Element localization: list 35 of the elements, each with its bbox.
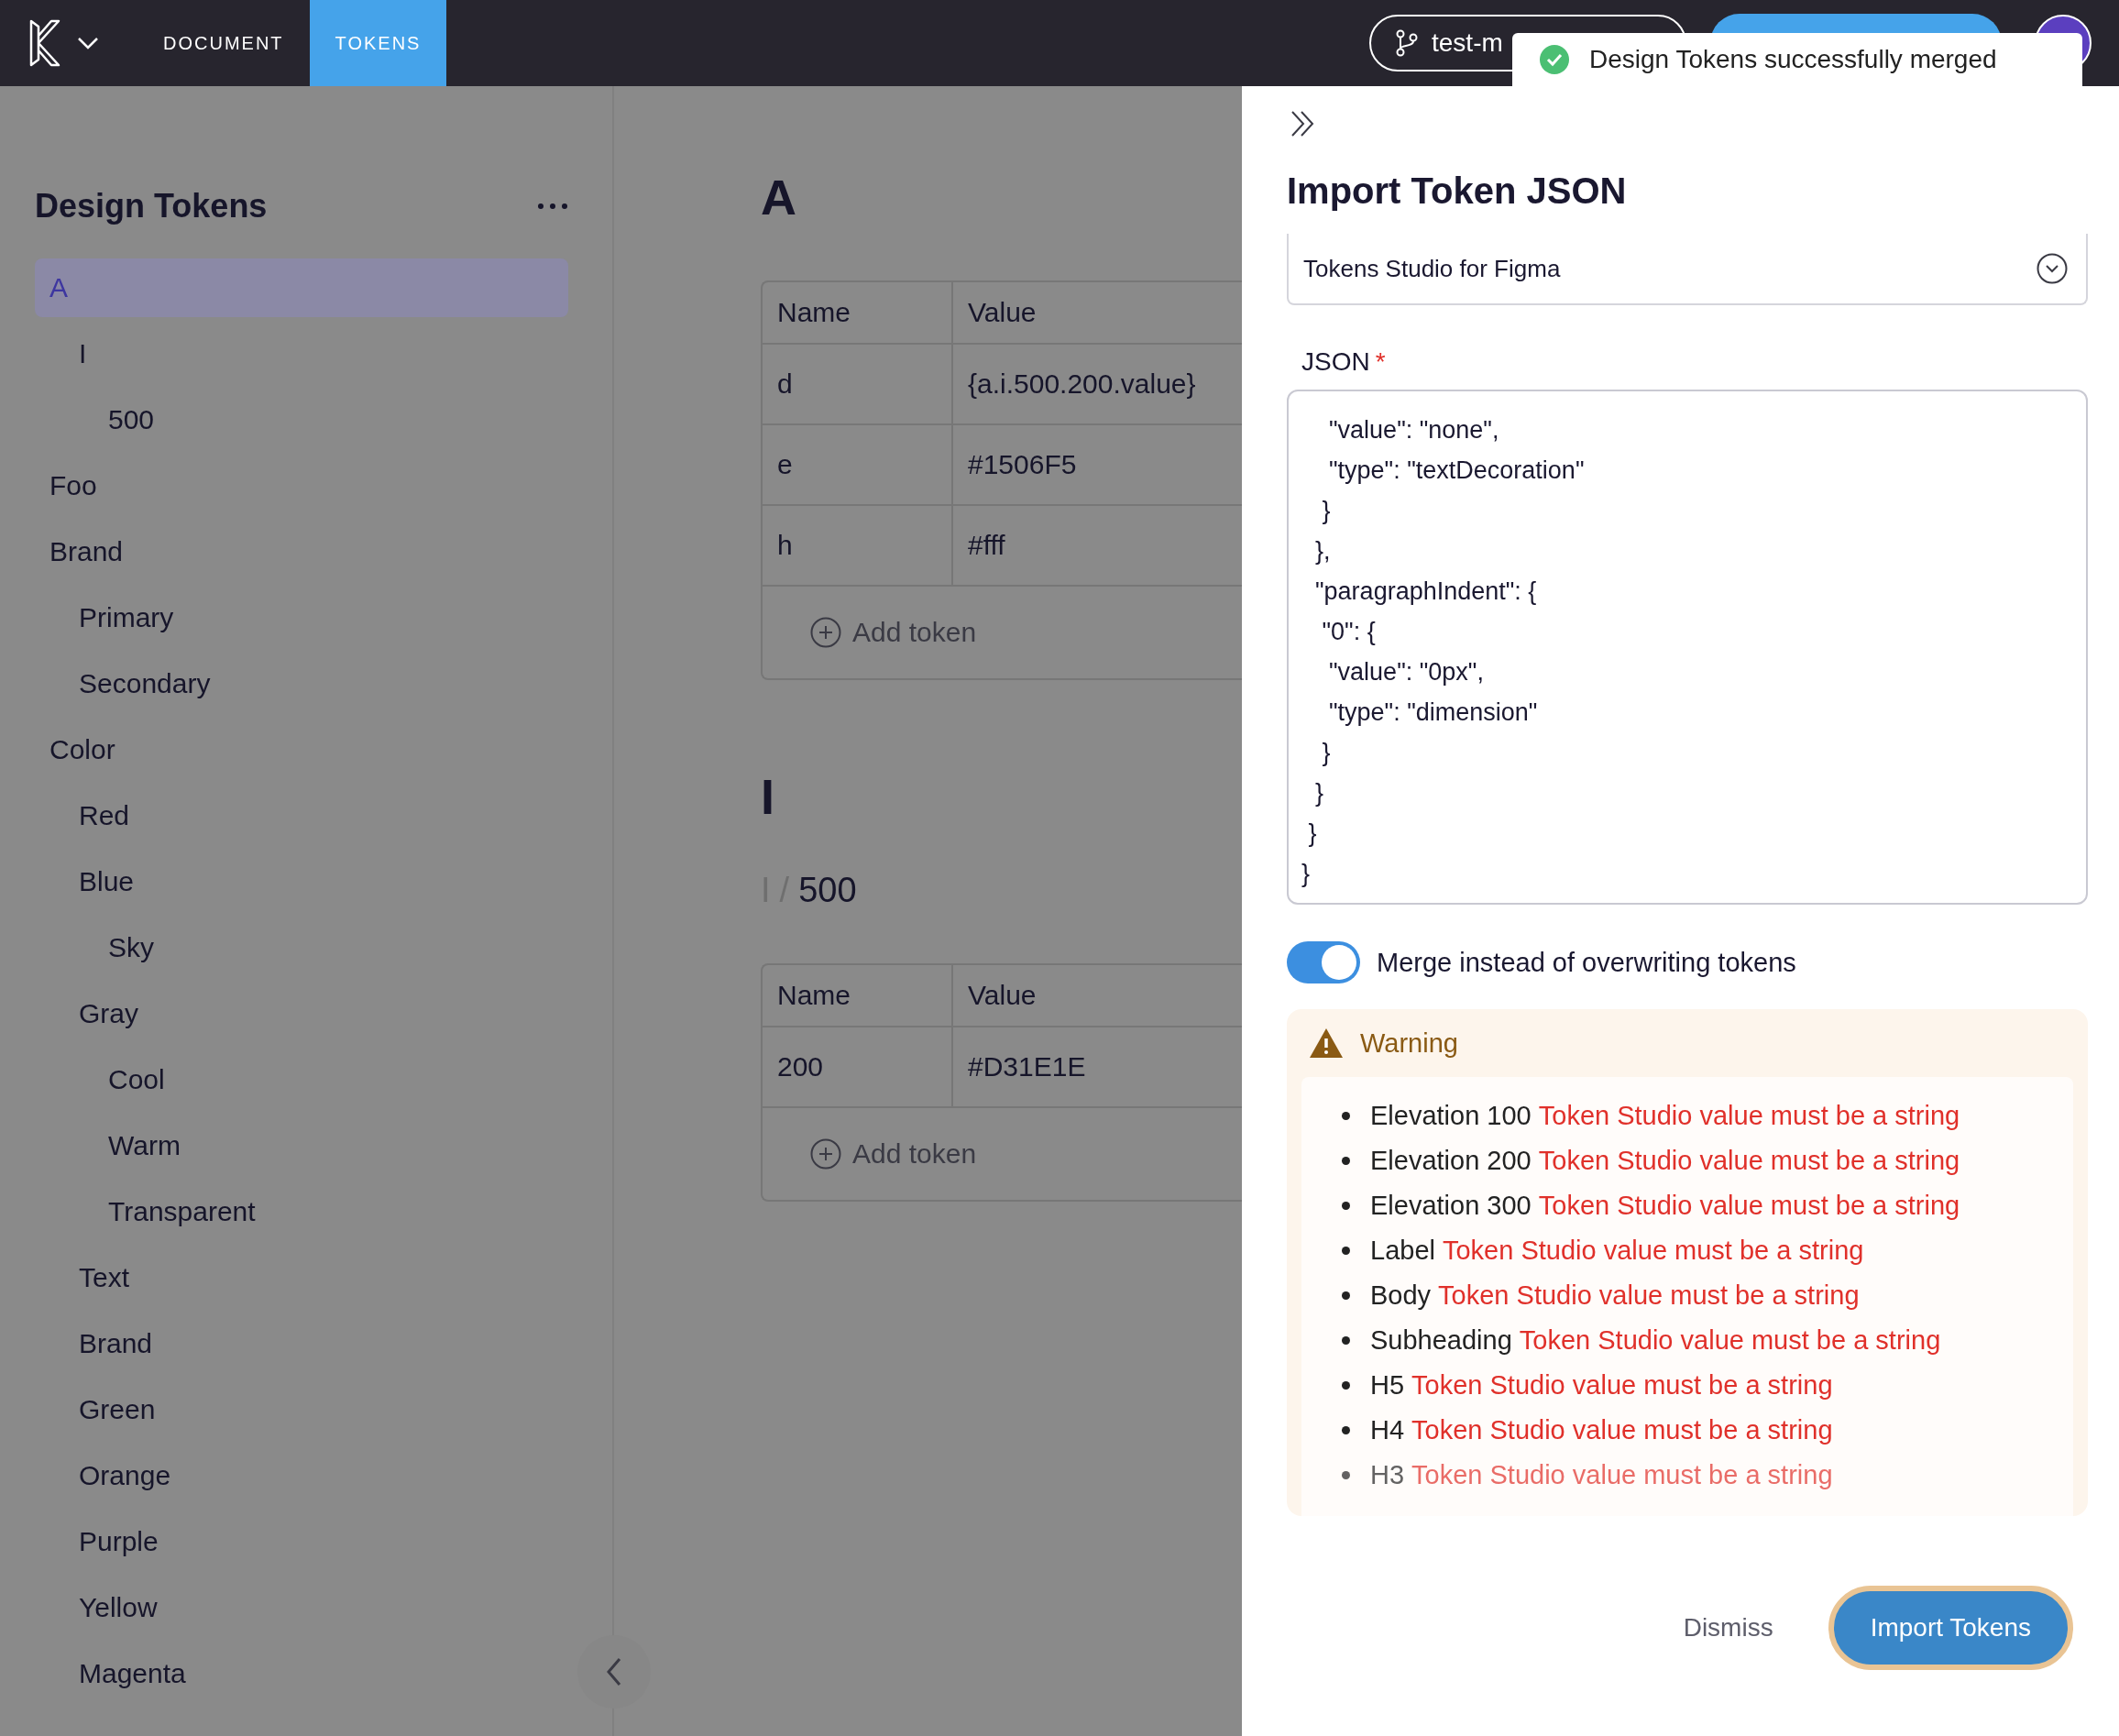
token-name: Elevation 300 xyxy=(1370,1190,1532,1222)
error-message: Token Studio value must be a string xyxy=(1411,1459,1833,1491)
table-cell-text: e xyxy=(776,448,794,481)
toggle-label: Merge instead of overwriting tokens xyxy=(1377,947,1796,978)
error-message: Token Studio value must be a string xyxy=(1538,1190,1960,1222)
token-name: H4 xyxy=(1370,1414,1405,1446)
token-name: Label xyxy=(1370,1235,1435,1267)
warning-title: Warning xyxy=(1360,1027,1458,1059)
table-cell-text: 200 xyxy=(776,1050,825,1083)
column-header: Name xyxy=(776,979,852,1012)
toast-message: Design Tokens successfully merged xyxy=(1589,45,1997,74)
breadcrumb-current: 500 xyxy=(798,871,857,910)
group-heading: I xyxy=(761,768,775,825)
error-message: Token Studio value must be a string xyxy=(1538,1145,1960,1177)
required-mark: * xyxy=(1375,347,1386,377)
token-name: Elevation 100 xyxy=(1370,1100,1532,1132)
panel-title: Import Token JSON xyxy=(1287,170,1628,212)
token-name: Body xyxy=(1370,1280,1432,1312)
error-message: Token Studio value must be a string xyxy=(1438,1280,1860,1312)
error-message: Token Studio value must be a string xyxy=(1442,1235,1864,1267)
json-label: JSON xyxy=(1301,347,1370,377)
error-message: Token Studio value must be a string xyxy=(1519,1324,1941,1357)
sidebar-title: Design Tokens xyxy=(35,187,268,225)
error-message: Token Studio value must be a string xyxy=(1538,1100,1960,1132)
table-cell-text: h xyxy=(776,529,794,562)
error-message: Token Studio value must be a string xyxy=(1411,1414,1833,1446)
breadcrumb-separator: / xyxy=(779,871,790,910)
group-heading: A xyxy=(761,169,797,225)
token-name: Elevation 200 xyxy=(1370,1145,1532,1177)
error-message: Token Studio value must be a string xyxy=(1411,1369,1833,1401)
column-header: Name xyxy=(776,296,852,329)
token-name: H3 xyxy=(1370,1459,1405,1491)
token-name: Subheading xyxy=(1370,1324,1512,1357)
token-name: H5 xyxy=(1370,1369,1405,1401)
table-cell-text: d xyxy=(776,368,794,401)
